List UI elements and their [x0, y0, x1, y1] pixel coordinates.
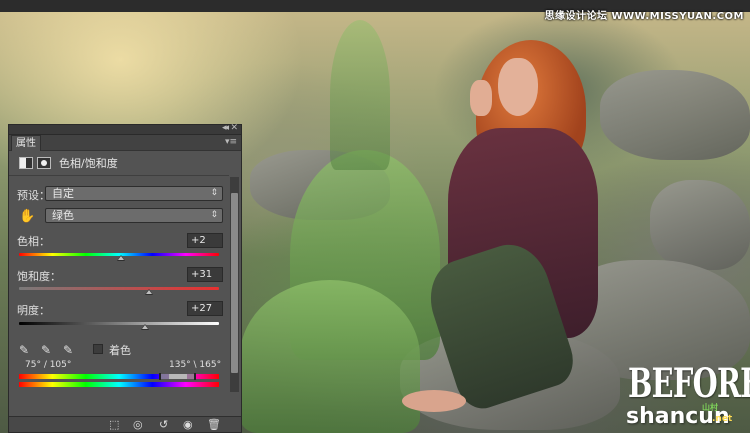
range-selection[interactable]	[169, 374, 187, 379]
adjustment-layer-icon[interactable]	[19, 157, 33, 169]
lightness-slider-thumb[interactable]	[141, 324, 149, 330]
layer-mask-icon[interactable]	[37, 157, 51, 169]
range-left-text: 75° / 105°	[25, 360, 72, 370]
tab-properties[interactable]: 属性	[11, 135, 41, 151]
saturation-label: 饱和度：	[17, 270, 61, 283]
visibility-eye-icon[interactable]: ◉	[183, 418, 193, 431]
channel-select[interactable]: 绿色 ⇕	[45, 208, 223, 223]
fern	[240, 280, 420, 433]
woman-hand	[470, 80, 492, 116]
lightness-slider-track[interactable]	[19, 322, 219, 325]
adjustment-header: 色相/饱和度	[19, 155, 118, 171]
saturation-value-field[interactable]: +31	[187, 267, 223, 282]
colorize-checkbox[interactable]	[93, 344, 103, 354]
panel-footer: ⬚ ◎ ↺ ◉ 🗑	[9, 416, 241, 432]
hue-value-field[interactable]: +2	[187, 233, 223, 248]
divider	[9, 175, 229, 176]
panel-tabbar: 属性 ▾≡	[9, 135, 241, 151]
fern	[330, 20, 390, 170]
close-icon[interactable]: ✕	[230, 123, 238, 133]
properties-panel: ◂◂ ✕ 属性 ▾≡ 色相/饱和度 预设： 自定 ⇕ ✋ 绿色 ⇕ 色相： +2…	[8, 123, 242, 433]
preset-select[interactable]: 自定 ⇕	[45, 186, 223, 201]
panel-menu-icon[interactable]: ▾≡	[225, 137, 237, 147]
clip-to-layer-icon[interactable]: ⬚	[109, 418, 119, 431]
saturation-slider-thumb[interactable]	[145, 289, 153, 295]
adjustment-title: 色相/饱和度	[59, 157, 118, 170]
channel-value: 绿色	[52, 209, 74, 222]
hue-slider-thumb[interactable]	[117, 255, 125, 261]
eyedropper-minus-icon[interactable]: ✎	[63, 343, 73, 357]
woman-face	[498, 58, 538, 116]
output-color-bar	[19, 382, 219, 387]
reset-icon[interactable]: ↺	[159, 418, 168, 431]
eyedropper-plus-icon[interactable]: ✎	[41, 343, 51, 357]
rock	[600, 70, 750, 160]
shancun-logo-cn: 山村	[702, 403, 718, 412]
view-previous-icon[interactable]: ◎	[133, 418, 143, 431]
lightness-label: 明度：	[17, 304, 50, 317]
range-handle-left[interactable]	[159, 373, 161, 380]
hue-label: 色相：	[17, 235, 50, 248]
collapse-icon[interactable]: ◂◂	[222, 123, 229, 133]
before-label: BEFORE	[628, 360, 750, 407]
hand-icon[interactable]: ✋	[19, 209, 35, 224]
select-arrow-icon: ⇕	[210, 210, 218, 220]
range-handle-right[interactable]	[194, 373, 196, 380]
saturation-slider-track[interactable]	[19, 287, 219, 290]
panel-titlebar[interactable]: ◂◂ ✕	[9, 123, 241, 135]
panel-scrollbar[interactable]	[230, 177, 239, 392]
colorize-label: 着色	[109, 344, 131, 357]
eyedropper-icon[interactable]: ✎	[19, 343, 29, 357]
woman-foot	[402, 390, 466, 412]
preset-value: 自定	[52, 187, 74, 200]
scrollbar-thumb[interactable]	[231, 193, 238, 373]
shancun-logo-suffix: .net	[712, 414, 733, 424]
watermark-site: 思缘设计论坛 WWW.MISSYUAN.COM	[544, 11, 744, 22]
lightness-value-field[interactable]: +27	[187, 301, 223, 316]
trash-icon[interactable]: 🗑	[207, 418, 221, 431]
rock	[650, 180, 750, 270]
select-arrow-icon: ⇕	[210, 188, 218, 198]
range-right-text: 135° \ 165°	[169, 360, 222, 370]
